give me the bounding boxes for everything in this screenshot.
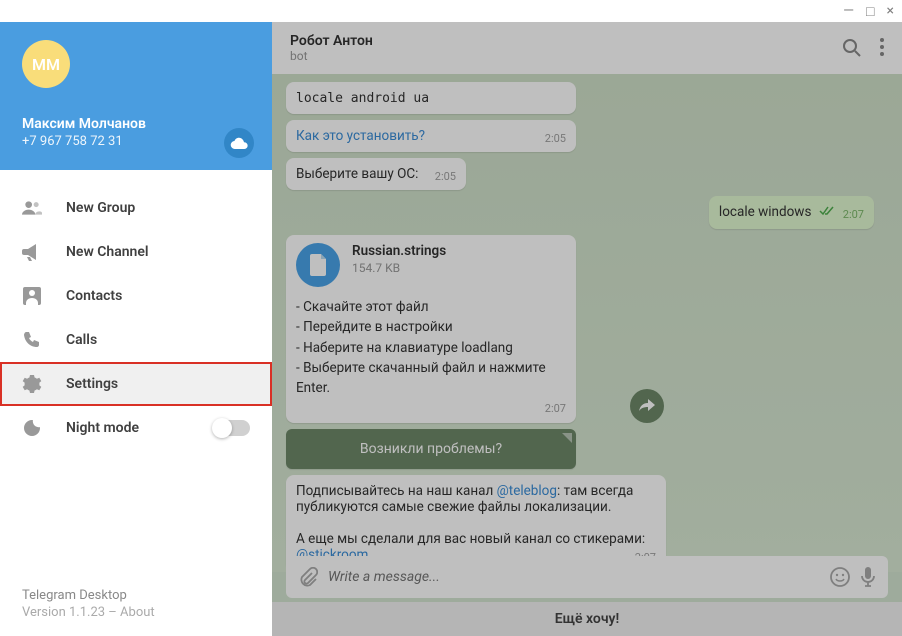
menu-settings[interactable]: Settings bbox=[0, 362, 272, 406]
sidebar-drawer: ММ Максим Молчанов +7 967 758 72 31 New … bbox=[0, 22, 272, 636]
megaphone-icon bbox=[22, 242, 42, 262]
menu-label: Night mode bbox=[66, 420, 139, 436]
sidebar-menu: New Group New Channel Contacts Calls Set… bbox=[0, 170, 272, 450]
menu-calls[interactable]: Calls bbox=[0, 318, 272, 362]
menu-label: Calls bbox=[66, 332, 97, 348]
group-icon bbox=[22, 198, 42, 218]
night-mode-toggle[interactable] bbox=[214, 420, 250, 436]
gear-icon bbox=[22, 374, 42, 394]
sidebar-footer: Telegram Desktop Version 1.1.23 – About bbox=[0, 572, 272, 636]
app-version[interactable]: Version 1.1.23 – About bbox=[22, 605, 250, 620]
close-button[interactable]: × bbox=[887, 3, 894, 19]
user-phone: +7 967 758 72 31 bbox=[22, 134, 250, 149]
menu-label: New Group bbox=[66, 200, 135, 216]
menu-night-mode[interactable]: Night mode bbox=[0, 406, 272, 450]
window-titlebar: — □ × bbox=[0, 0, 902, 22]
user-avatar[interactable]: ММ bbox=[22, 40, 70, 88]
menu-contacts[interactable]: Contacts bbox=[0, 274, 272, 318]
moon-icon bbox=[22, 418, 42, 438]
person-icon bbox=[22, 286, 42, 306]
menu-label: New Channel bbox=[66, 244, 149, 260]
maximize-button[interactable]: □ bbox=[866, 3, 874, 20]
user-name: Максим Молчанов bbox=[22, 116, 250, 132]
minimize-button[interactable]: — bbox=[843, 3, 854, 19]
menu-label: Contacts bbox=[66, 288, 122, 304]
chat-area: Робот Антон bot locale android ua Как эт… bbox=[272, 22, 902, 636]
menu-new-channel[interactable]: New Channel bbox=[0, 230, 272, 274]
phone-icon bbox=[22, 330, 42, 350]
sidebar-header: ММ Максим Молчанов +7 967 758 72 31 bbox=[0, 22, 272, 170]
menu-label: Settings bbox=[66, 376, 118, 392]
modal-overlay[interactable] bbox=[272, 22, 902, 636]
app-name: Telegram Desktop bbox=[22, 588, 250, 603]
menu-new-group[interactable]: New Group bbox=[0, 186, 272, 230]
